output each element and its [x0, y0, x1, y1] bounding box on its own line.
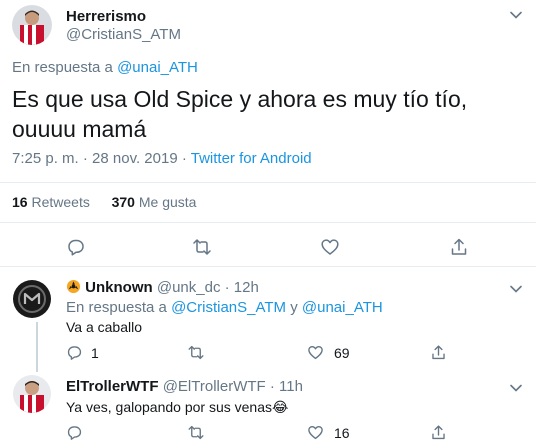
tweet-text: Es que usa Old Spice y ahora es muy tío … [12, 86, 468, 142]
likes-count: 370 [111, 194, 135, 210]
reply-joiner: y [290, 299, 298, 316]
verified-hazard-icon [66, 279, 81, 294]
reply-text: Ya ves, galopando por sus venas😂 [66, 399, 288, 416]
reply-count: 1 [91, 344, 99, 361]
reply-prefix: En respuesta a [66, 299, 167, 316]
retweet-icon[interactable] [187, 344, 205, 361]
caret-down-icon[interactable] [509, 8, 523, 22]
like-icon [307, 424, 324, 441]
divider [0, 222, 536, 223]
like-icon [307, 344, 324, 361]
reply-to-link[interactable]: @CristianS_ATM [171, 299, 286, 316]
reply-icon [66, 344, 83, 361]
reply-button[interactable]: 1 [66, 344, 99, 361]
reply-to-link[interactable]: @unai_ATH [117, 59, 198, 76]
retweet-icon[interactable] [187, 424, 205, 441]
like-icon[interactable] [320, 237, 340, 257]
like-count: 69 [334, 344, 350, 361]
reply-context: En respuesta a @CristianS_ATM y @unai_AT… [66, 299, 383, 316]
reply-avatar[interactable] [13, 375, 51, 413]
thread-line [36, 322, 38, 372]
caret-down-icon[interactable] [509, 381, 523, 395]
reply-prefix: En respuesta a [12, 59, 113, 76]
share-icon[interactable] [430, 424, 447, 441]
likes-stat[interactable]: 370 Me gusta [112, 194, 197, 210]
share-icon[interactable] [449, 237, 469, 257]
likes-label: Me gusta [138, 194, 197, 210]
reply-context: En respuesta a @unai_ATH [12, 59, 198, 76]
like-button[interactable]: 16 [307, 424, 350, 441]
retweets-stat[interactable]: 16 Retweets [12, 194, 90, 210]
retweets-label: Retweets [31, 194, 90, 210]
reply-time[interactable]: · 12h [225, 279, 259, 296]
reply-to-link[interactable]: @unai_ATH [302, 299, 383, 316]
reply-header: ElTrollerWTF @ElTrollerWTF · 11h [66, 378, 303, 395]
reply-avatar[interactable] [13, 280, 51, 318]
tweet-stats: 16 Retweets 370 Me gusta [12, 194, 196, 210]
tweet-meta: 7:25 p. m. · 28 nov. 2019 · Twitter for … [12, 150, 312, 167]
like-count: 16 [334, 424, 350, 441]
reply-icon[interactable] [66, 237, 86, 257]
author-handle[interactable]: @CristianS_ATM [66, 26, 181, 43]
reply-author-handle[interactable]: @unk_dc [157, 279, 221, 296]
author-avatar[interactable] [12, 5, 52, 45]
reply-header: Unknown @unk_dc · 12h [66, 279, 259, 296]
tweet-timestamp[interactable]: 7:25 p. m. · 28 nov. 2019 · [12, 150, 187, 167]
divider [0, 266, 536, 267]
reply-text: Va a caballo [66, 319, 143, 335]
reply-icon[interactable] [66, 424, 83, 441]
laughing-emoji: 😂 [272, 399, 289, 415]
tweet-source-link[interactable]: Twitter for Android [191, 150, 312, 167]
reply-author-name[interactable]: Unknown [85, 279, 153, 296]
reply-author-handle[interactable]: @ElTrollerWTF [163, 378, 266, 395]
caret-down-icon[interactable] [509, 282, 523, 296]
divider [0, 182, 536, 183]
reply-author-name[interactable]: ElTrollerWTF [66, 378, 159, 395]
share-icon[interactable] [430, 344, 447, 361]
retweets-count: 16 [12, 194, 28, 210]
reply-text-body: Ya ves, galopando por sus venas [66, 399, 272, 415]
reply-time[interactable]: · 11h [270, 378, 303, 395]
author-name[interactable]: Herrerismo [66, 8, 146, 25]
like-button[interactable]: 69 [307, 344, 350, 361]
retweet-icon[interactable] [192, 237, 212, 257]
